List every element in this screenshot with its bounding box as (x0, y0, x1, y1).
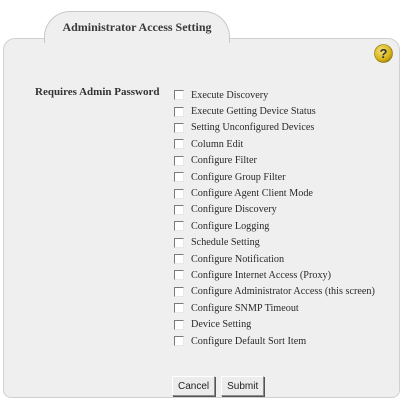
checkbox[interactable] (174, 270, 184, 281)
cancel-button[interactable]: Cancel (172, 376, 216, 396)
checkbox[interactable] (174, 122, 184, 133)
option-label: Setting Unconfigured Devices (191, 122, 315, 134)
permission-options-list: Execute Discovery Execute Getting Device … (174, 87, 399, 349)
option-label: Configure Agent Client Mode (191, 188, 313, 200)
permission-option[interactable]: Schedule Setting (174, 235, 399, 251)
checkbox[interactable] (174, 172, 184, 183)
checkbox[interactable] (174, 139, 184, 150)
permission-option[interactable]: Column Edit (174, 136, 399, 152)
permission-option[interactable]: Setting Unconfigured Devices (174, 120, 399, 136)
checkbox[interactable] (174, 336, 184, 347)
permission-option[interactable]: Device Setting (174, 316, 399, 332)
tab-label: Administrator Access Setting (62, 20, 212, 34)
svg-text:?: ? (380, 46, 388, 61)
permission-option[interactable]: Configure Group Filter (174, 169, 399, 185)
permission-option[interactable]: Execute Discovery (174, 87, 399, 103)
option-label: Configure SNMP Timeout (191, 302, 299, 314)
checkbox[interactable] (174, 106, 184, 117)
permission-option[interactable]: Configure Agent Client Mode (174, 185, 399, 201)
permission-option[interactable]: Configure Discovery (174, 202, 399, 218)
permission-option[interactable]: Configure Administrator Access (this scr… (174, 284, 399, 300)
checkbox[interactable] (174, 319, 184, 330)
permission-option[interactable]: Configure Logging (174, 218, 399, 234)
option-label: Schedule Setting (191, 237, 260, 249)
option-label: Configure Administrator Access (this scr… (191, 286, 375, 298)
option-label: Configure Internet Access (Proxy) (191, 269, 332, 281)
checkbox[interactable] (174, 254, 184, 265)
permission-option[interactable]: Execute Getting Device Status (174, 103, 399, 119)
option-label: Device Setting (191, 319, 252, 331)
option-label: Configure Notification (191, 253, 285, 265)
submit-button[interactable]: Submit (221, 376, 265, 396)
tab-administrator-access-setting[interactable]: Administrator Access Setting (44, 11, 230, 43)
permission-option[interactable]: Configure Default Sort Item (174, 333, 399, 349)
option-label: Configure Group Filter (191, 171, 286, 183)
option-label: Execute Getting Device Status (191, 106, 316, 118)
checkbox[interactable] (174, 237, 184, 248)
admin-access-page: Administrator Access Setting ? Requires … (0, 0, 403, 402)
checkbox[interactable] (174, 155, 184, 166)
checkbox[interactable] (174, 204, 184, 215)
permission-option[interactable]: Configure Notification (174, 251, 399, 267)
option-label: Configure Default Sort Item (191, 335, 307, 347)
option-label: Execute Discovery (191, 89, 269, 101)
requires-admin-password-label: Requires Admin Password (35, 86, 160, 98)
checkbox[interactable] (174, 188, 184, 199)
checkbox[interactable] (174, 90, 184, 101)
checkbox[interactable] (174, 303, 184, 314)
permission-option[interactable]: Configure Internet Access (Proxy) (174, 267, 399, 283)
option-label: Configure Discovery (191, 204, 277, 216)
checkbox[interactable] (174, 221, 184, 232)
permission-option[interactable]: Configure SNMP Timeout (174, 300, 399, 316)
option-label: Configure Filter (191, 155, 257, 167)
form-buttons: Cancel Submit (172, 376, 265, 396)
option-label: Configure Logging (191, 220, 270, 232)
checkbox[interactable] (174, 286, 184, 297)
permission-option[interactable]: Configure Filter (174, 153, 399, 169)
option-label: Column Edit (191, 138, 244, 150)
help-icon[interactable]: ? (374, 44, 393, 63)
